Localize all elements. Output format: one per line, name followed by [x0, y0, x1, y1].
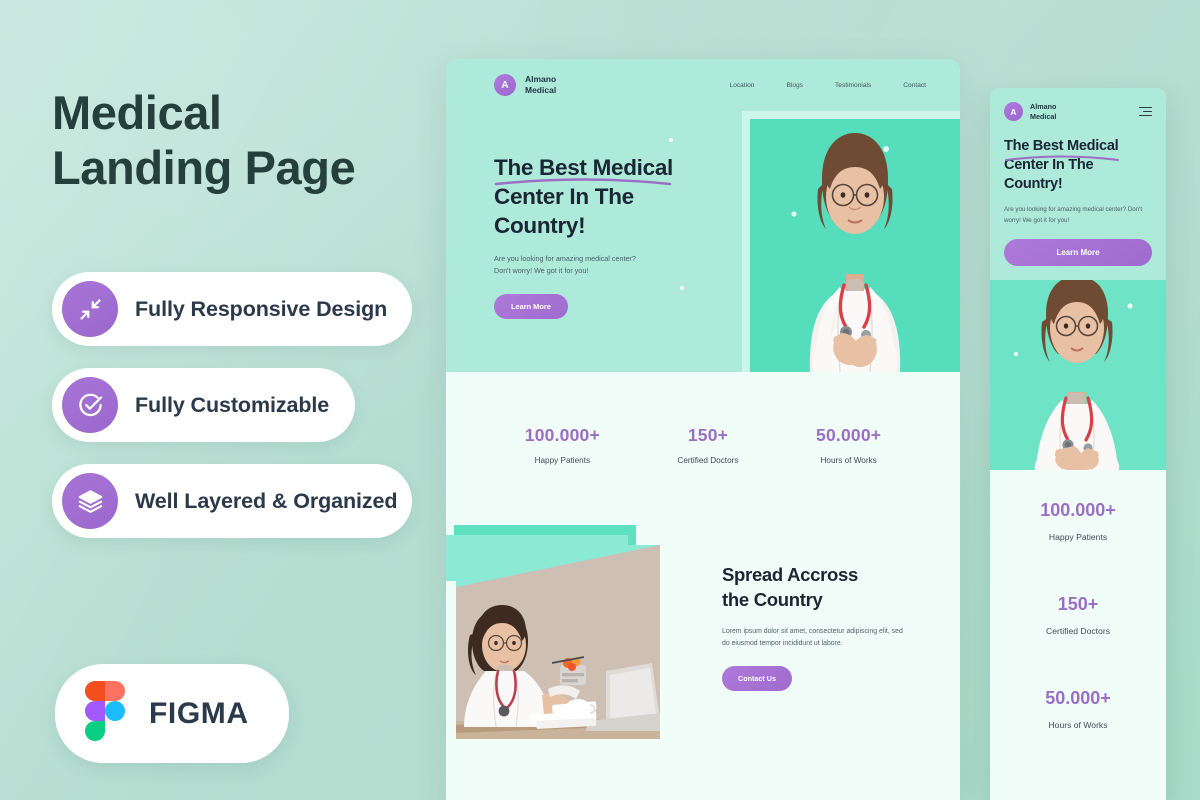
brand-line-1: Almano: [1030, 102, 1057, 112]
learn-more-button[interactable]: Learn More: [1004, 239, 1152, 267]
learn-more-button[interactable]: Learn More: [494, 293, 568, 319]
hero-heading-line-2: Center In The: [494, 184, 634, 210]
avatar: A: [1004, 102, 1023, 121]
desktop-hero-image-frame: [742, 111, 960, 372]
stat-hours-of-works: 50.000+ Hours of Works: [816, 425, 881, 465]
stat-certified-doctors: 150+ Certified Doctors: [677, 425, 738, 465]
feature-pill-responsive[interactable]: Fully Responsive Design: [52, 272, 412, 346]
spread-heading: Spread Accross the Country: [722, 563, 937, 612]
feature-pill-label: Fully Responsive Design: [135, 296, 388, 321]
mobile-hero-text: The Best Medical Center In The Country! …: [990, 121, 1166, 226]
mobile-navbar: A Almano Medical: [990, 88, 1166, 121]
desktop-footer-space: [446, 747, 960, 800]
stat-label: Certified Doctors: [1046, 626, 1110, 637]
hero-heading-line-1: The Best Medical: [1004, 138, 1119, 154]
desktop-nav-links: Location Blogs Testimonials Contact: [730, 82, 926, 89]
desktop-hero-text: The Best Medical Center In The Country! …: [494, 153, 744, 319]
spread-body-text: Lorem ipsum dolor sit amet, consectetur …: [722, 628, 903, 648]
feature-pill-layered[interactable]: Well Layered & Organized: [52, 464, 412, 538]
nav-link-testimonials[interactable]: Testimonials: [835, 82, 871, 89]
contact-us-button[interactable]: Contact Us: [722, 666, 792, 692]
desktop-brand-name: Almano Medical: [525, 74, 556, 96]
figma-badge[interactable]: FIGMA: [55, 664, 289, 763]
desktop-spread-text: Spread Accross the Country Lorem ipsum d…: [722, 563, 937, 692]
mobile-hero-heading: The Best Medical Center In The Country!: [1004, 137, 1152, 194]
feature-pill-label: Well Layered & Organized: [135, 488, 398, 513]
stat-happy-patients: 100.000+ Happy Patients: [990, 500, 1166, 542]
doctor-with-stethoscope-photo: [750, 119, 960, 372]
figma-label: FIGMA: [149, 696, 249, 730]
shrink-arrows-icon: [62, 281, 118, 337]
promo-panel: Medical Landing Page: [52, 86, 422, 196]
mobile-mockup: A Almano Medical The Best Medical Center…: [990, 88, 1166, 800]
nav-link-location[interactable]: Location: [730, 82, 755, 89]
stat-value: 100.000+: [524, 424, 600, 445]
stat-happy-patients: 100.000+ Happy Patients: [525, 425, 600, 465]
stat-value: 150+: [1057, 594, 1099, 615]
layers-icon: [62, 473, 118, 529]
mobile-hero-subtext: Are you looking for amazing medical cent…: [1004, 205, 1143, 224]
stat-value: 50.000+: [1045, 688, 1111, 709]
page-title: Medical Landing Page: [52, 86, 422, 196]
heading-underline-decoration: [1005, 155, 1119, 161]
stat-value: 50.000+: [816, 424, 882, 445]
nav-link-contact[interactable]: Contact: [903, 82, 926, 89]
brand-line-1: Almano: [525, 74, 557, 85]
desktop-stats-section: 100.000+ Happy Patients 150+ Certified D…: [446, 372, 960, 517]
figma-logo-icon: [85, 681, 125, 746]
heading-underline-decoration: [494, 178, 672, 186]
mobile-brand-name[interactable]: Almano Medical: [1030, 102, 1056, 120]
stat-label: Happy Patients: [534, 455, 591, 465]
stat-label: Hours of Works: [1048, 720, 1108, 731]
mobile-stats-section: 100.000+ Happy Patients 150+ Certified D…: [990, 470, 1166, 731]
promo-title-line-1: Medical: [52, 86, 222, 139]
stat-label: Certified Doctors: [677, 455, 739, 465]
decorative-dot: [669, 138, 673, 142]
desktop-hero-heading: The Best Medical Center In The Country!: [494, 153, 744, 240]
desktop-mockup: A Almano Medical Location Blogs Testimon…: [446, 59, 960, 800]
stat-value: 150+: [687, 424, 729, 445]
stat-certified-doctors: 150+ Certified Doctors: [990, 594, 1166, 636]
desktop-spread-image-frame: [446, 525, 660, 739]
hero-heading-line-3: Country!: [1004, 175, 1063, 192]
stat-label: Hours of Works: [820, 455, 877, 465]
desktop-spread-section: Spread Accross the Country Lorem ipsum d…: [446, 517, 960, 747]
stat-hours-of-works: 50.000+ Hours of Works: [990, 688, 1166, 730]
desktop-hero-subtext: Are you looking for amazing medical cent…: [494, 254, 636, 276]
spread-heading-line-2: the Country: [722, 588, 823, 610]
doctor-at-desk-photo: [456, 545, 660, 739]
brand-line-2: Medical: [525, 85, 557, 95]
feature-pill-list: Fully Responsive Design Fully Customizab…: [52, 272, 452, 560]
desktop-brand-logo[interactable]: A Almano Medical: [494, 74, 556, 96]
feature-pill-customizable[interactable]: Fully Customizable: [52, 368, 356, 442]
check-circle-icon: [62, 377, 118, 433]
mobile-hero-section: A Almano Medical The Best Medical Center…: [990, 88, 1166, 281]
spread-heading-line-1: Spread Accross: [722, 564, 858, 585]
avatar: A: [494, 74, 516, 96]
stat-value: 100.000+: [1040, 500, 1116, 521]
nav-link-blogs[interactable]: Blogs: [786, 82, 803, 89]
brand-line-2: Medical: [1030, 111, 1057, 121]
desktop-navbar: A Almano Medical Location Blogs Testimon…: [446, 59, 960, 111]
doctor-with-stethoscope-photo: [990, 280, 1166, 471]
stat-label: Happy Patients: [1048, 532, 1108, 543]
promo-title-line-2: Landing Page: [52, 140, 356, 194]
hero-heading-line-3: Country!: [494, 213, 586, 239]
feature-pill-label: Fully Customizable: [135, 392, 330, 417]
hamburger-menu-icon[interactable]: [1139, 106, 1152, 117]
desktop-hero-section: A Almano Medical Location Blogs Testimon…: [446, 59, 960, 372]
